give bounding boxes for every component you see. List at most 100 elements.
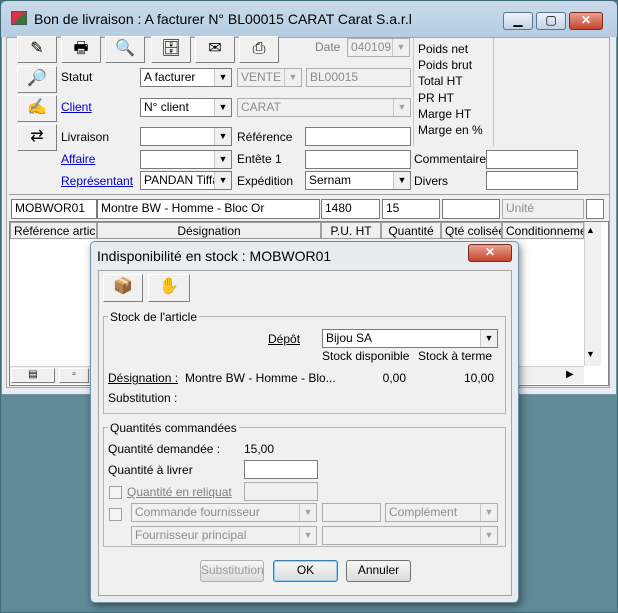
email-doc-icon[interactable]: ✉ bbox=[195, 36, 235, 63]
marge-pct-label: Marge en % bbox=[418, 123, 483, 137]
hand-icon[interactable]: ✋ bbox=[148, 274, 190, 302]
commande-qty-field bbox=[322, 503, 381, 522]
entry-unite-field: Unité bbox=[502, 199, 584, 219]
reference-input[interactable] bbox=[305, 127, 411, 146]
reliquat-checkbox[interactable] bbox=[109, 486, 122, 499]
grid-header-quantite[interactable]: Quantité bbox=[381, 222, 441, 239]
chevron-down-icon: ▼ bbox=[214, 128, 231, 145]
designation-value: Montre BW - Homme - Blo... bbox=[185, 371, 336, 385]
scroll-down-icon[interactable]: ▼ bbox=[586, 349, 595, 359]
close-button[interactable]: ✕ bbox=[569, 12, 603, 30]
divers-label: Divers bbox=[414, 174, 449, 188]
edit-doc-icon[interactable]: ✎ bbox=[17, 36, 57, 63]
fournisseur-combo[interactable]: ▼ bbox=[322, 526, 498, 545]
depot-label: Dépôt bbox=[268, 332, 301, 346]
chevron-down-icon: ▼ bbox=[392, 39, 409, 56]
divider bbox=[9, 194, 609, 195]
ok-button[interactable]: OK bbox=[273, 560, 338, 582]
commande-checkbox[interactable] bbox=[109, 508, 122, 521]
chevron-down-icon: ▼ bbox=[214, 69, 231, 86]
complement-combo[interactable]: Complément ▼ bbox=[385, 503, 498, 522]
transfer-doc-icon[interactable]: ⇄ bbox=[17, 124, 57, 151]
livraison-combo[interactable]: ▼ bbox=[140, 127, 232, 146]
chevron-down-icon: ▼ bbox=[299, 504, 316, 521]
maximize-button[interactable]: ▢ bbox=[536, 12, 566, 30]
grid-header-reference[interactable]: Référence article bbox=[10, 222, 97, 239]
dialog-title: Indisponibilité en stock : MOBWOR01 bbox=[97, 248, 332, 264]
grid-header-pu[interactable]: P.U. HT bbox=[321, 222, 381, 239]
client-mode-combo[interactable]: N° client ▼ bbox=[140, 98, 232, 117]
chevron-down-icon: ▼ bbox=[284, 69, 301, 86]
search-doc-icon[interactable]: 🔍 bbox=[105, 36, 145, 63]
statut-combo[interactable]: A facturer ▼ bbox=[140, 68, 232, 87]
entry-quantite-input[interactable]: 15 bbox=[382, 199, 440, 219]
commentaires-input[interactable] bbox=[486, 150, 578, 169]
designation-label: Désignation : bbox=[108, 371, 179, 385]
entry-designation-input[interactable]: Montre BW - Homme - Bloc Or bbox=[97, 199, 320, 219]
statut-label: Statut bbox=[61, 70, 93, 84]
total-ht-label: Total HT bbox=[418, 74, 463, 88]
boxes-icon[interactable]: 📦 bbox=[103, 274, 143, 302]
entete-input[interactable] bbox=[305, 150, 411, 169]
quantite-livrer-input[interactable] bbox=[244, 460, 318, 479]
divers-input[interactable] bbox=[486, 171, 578, 190]
reliquat-field bbox=[244, 482, 318, 501]
chevron-down-icon: ▼ bbox=[480, 504, 497, 521]
chevron-down-icon: ▼ bbox=[299, 527, 316, 544]
substitution-label: Substitution : bbox=[108, 391, 178, 405]
affaire-link[interactable]: Affaire bbox=[61, 152, 95, 166]
grid-header-designation[interactable]: Désignation bbox=[97, 222, 321, 239]
date-combo[interactable]: 040109 ▼ bbox=[347, 38, 410, 57]
vertical-scrollbar[interactable] bbox=[584, 222, 601, 366]
representant-combo[interactable]: PANDAN Tiffa ▼ bbox=[140, 171, 232, 190]
marge-ht-label: Marge HT bbox=[418, 107, 472, 121]
reference-label: Référence bbox=[237, 130, 293, 144]
chevron-down-icon: ▼ bbox=[393, 99, 410, 116]
chevron-down-icon: ▼ bbox=[214, 172, 231, 189]
pr-ht-label: PR HT bbox=[418, 91, 454, 105]
chevron-down-icon: ▼ bbox=[214, 99, 231, 116]
dialog-close-button[interactable]: ✕ bbox=[468, 244, 512, 262]
minimize-button[interactable]: ▁ bbox=[503, 12, 533, 30]
client-combo[interactable]: CARAT ▼ bbox=[237, 98, 411, 117]
date-label: Date bbox=[315, 40, 341, 54]
representant-value: PANDAN Tiffa bbox=[144, 173, 219, 187]
print-doc-icon[interactable]: 🖶 bbox=[61, 36, 101, 63]
fournisseur-principal-combo[interactable]: Fournisseur principal ▼ bbox=[131, 526, 317, 545]
numero-field: BL00015 bbox=[306, 68, 411, 87]
grid-tool-icon[interactable]: ▤ bbox=[11, 368, 55, 383]
entry-qte-colisee-input[interactable] bbox=[442, 199, 500, 219]
sign-doc-icon[interactable]: ✍ bbox=[17, 95, 57, 122]
entry-extra-field[interactable] bbox=[586, 199, 604, 219]
affaire-combo[interactable]: ▼ bbox=[140, 150, 232, 169]
archive-doc-icon[interactable]: 🗄 bbox=[151, 36, 191, 63]
depot-combo[interactable]: Bijou SA ▼ bbox=[322, 329, 498, 348]
stock-terme-label: Stock à terme bbox=[418, 349, 493, 363]
grid-header-conditionnement[interactable]: Conditionnement bbox=[502, 222, 584, 239]
entry-reference-input[interactable]: MOBWOR01 bbox=[11, 199, 97, 219]
grid-header-qte-colisee[interactable]: Qté colisée bbox=[441, 222, 502, 239]
reliquat-label: Quantité en reliquat bbox=[127, 485, 232, 499]
scroll-right-icon[interactable]: ▶ bbox=[566, 369, 574, 380]
quantite-livrer-label: Quantité à livrer bbox=[108, 463, 193, 477]
quantite-demandee-value: 15,00 bbox=[244, 442, 275, 456]
printer-icon[interactable]: ⎙ bbox=[239, 36, 279, 63]
scroll-up-icon[interactable]: ▲ bbox=[586, 225, 595, 235]
app-icon bbox=[11, 11, 27, 25]
commande-fournisseur-combo[interactable]: Commande fournisseur ▼ bbox=[131, 503, 317, 522]
substitution-button[interactable]: Substitution bbox=[200, 560, 264, 582]
type-value: VENTE bbox=[241, 70, 282, 84]
representant-link[interactable]: Représentant bbox=[61, 174, 133, 188]
client-mode-value: N° client bbox=[144, 100, 189, 114]
entry-pu-input[interactable]: 1480 bbox=[321, 199, 380, 219]
chevron-down-icon: ▼ bbox=[480, 527, 497, 544]
chevron-down-icon: ▼ bbox=[393, 172, 410, 189]
client-value: CARAT bbox=[241, 100, 281, 114]
type-combo[interactable]: VENTE ▼ bbox=[237, 68, 302, 87]
expedition-combo[interactable]: Sernam ▼ bbox=[305, 171, 411, 190]
search-client-icon[interactable]: 🔎 bbox=[17, 66, 57, 93]
complement-value: Complément bbox=[389, 505, 458, 519]
grid-tool2-icon[interactable]: ▫ bbox=[59, 368, 89, 383]
annuler-button[interactable]: Annuler bbox=[346, 560, 411, 582]
client-link[interactable]: Client bbox=[61, 100, 92, 114]
